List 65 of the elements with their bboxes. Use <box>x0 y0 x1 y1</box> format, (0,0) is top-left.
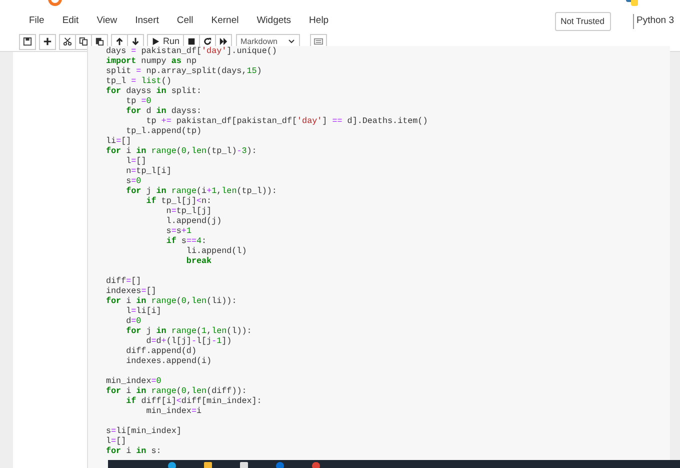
up-arrow-icon <box>115 37 124 46</box>
code-line: d=d+(l[j]-l[j-1]) <box>145 336 233 346</box>
code-line: for i in s: <box>106 446 162 456</box>
copy-button[interactable] <box>75 34 92 50</box>
code-line: indexes.append(i) <box>125 356 213 366</box>
code-line: if tp_l[j]<n: <box>145 196 213 206</box>
scissors-icon <box>63 37 72 46</box>
save-button[interactable] <box>19 34 36 50</box>
code-line: d=0 <box>125 316 142 326</box>
code-line: indexes=[] <box>106 286 158 296</box>
menu-item[interactable]: Widgets <box>248 14 300 29</box>
code-line: import numpy as np <box>106 56 198 66</box>
code-line: for i in range(0,len(li)): <box>106 296 238 306</box>
app-icon[interactable] <box>276 462 284 468</box>
code-line: l.append(j) <box>165 216 223 226</box>
code-line: if s==4: <box>165 236 208 246</box>
code-line: tp += pakistan_df[pakistan_df['day'] == d].Deaths.item() <box>145 116 429 126</box>
code-line: if diff[i]<diff[min_index]: <box>125 396 263 406</box>
code-line: for j in range(1,len(l)): <box>125 326 253 336</box>
code-line: split = np.array_split(days,15) <box>106 66 263 76</box>
menu-item[interactable]: Edit <box>53 14 88 29</box>
code-line: min_index=0 <box>106 376 162 386</box>
paste-icon <box>95 37 104 46</box>
restart-icon <box>202 37 212 46</box>
code-line: s=li[min_index] <box>106 426 182 436</box>
code-line: tp =0 <box>125 96 152 106</box>
menu-item[interactable]: Help <box>300 14 338 29</box>
code-line: s=s+1 <box>165 226 192 236</box>
app-icon[interactable] <box>168 462 176 468</box>
keyboard-icon <box>314 37 323 46</box>
menu-item[interactable]: Cell <box>168 14 202 29</box>
menu-item[interactable]: File <box>20 14 54 29</box>
code-line: n=tp_l[j] <box>165 206 213 216</box>
code-line: l=[] <box>125 156 148 166</box>
code-line: li.append(l) <box>185 246 248 256</box>
code-line: tp_l.append(tp) <box>125 126 202 136</box>
code-line: l=li[i] <box>125 306 162 316</box>
insert-cell-button[interactable] <box>39 34 56 50</box>
code-line: for i in range(0,len(diff)): <box>106 386 248 396</box>
code-line: break <box>185 256 213 266</box>
trust-button[interactable]: Not Trusted <box>554 12 610 31</box>
code-line: li=[] <box>106 136 132 146</box>
code-line: n=tp_l[i] <box>125 166 172 176</box>
code-cell[interactable] <box>87 46 670 468</box>
stop-icon <box>186 37 196 46</box>
code-line: diff=[] <box>106 276 142 286</box>
save-icon <box>23 37 32 46</box>
plus-icon <box>43 37 52 46</box>
menu-item[interactable]: Kernel <box>202 14 248 29</box>
caret-icon <box>288 39 295 44</box>
code-line: min_index=i <box>145 406 203 416</box>
code-line: for j in range(i+1,len(tp_l)): <box>125 186 278 196</box>
code-line: for i in range(0,len(tp_l)-3): <box>106 146 258 156</box>
copy-icon <box>79 37 88 46</box>
menu-item[interactable]: Insert <box>126 14 168 29</box>
cut-button[interactable] <box>59 34 76 50</box>
kernel-name[interactable]: Python 3 <box>632 14 674 29</box>
menu-item[interactable]: View <box>88 14 126 29</box>
down-arrow-icon <box>131 37 140 46</box>
code-line: l=[] <box>106 436 128 446</box>
code-line: for d in dayss: <box>125 106 203 116</box>
code-line: diff.append(d) <box>125 346 198 356</box>
code-line: for dayss in split: <box>106 86 203 96</box>
code-line: s=0 <box>125 176 142 186</box>
code-line: tp_l = list() <box>106 76 172 86</box>
